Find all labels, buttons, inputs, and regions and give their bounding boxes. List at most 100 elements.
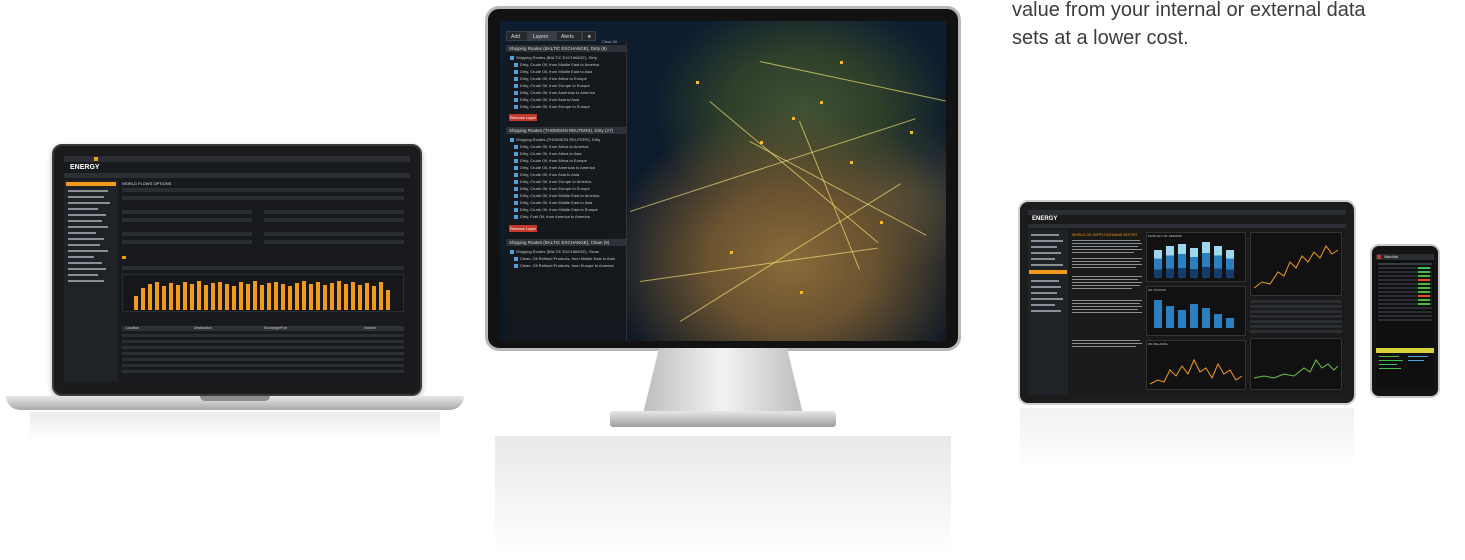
- tablet-toolbar[interactable]: [1028, 224, 1346, 228]
- checkbox-icon[interactable]: [514, 256, 518, 261]
- laptop-sidebar-item[interactable]: [68, 262, 102, 264]
- checkbox-icon[interactable]: [514, 151, 518, 156]
- layer-item[interactable]: Dirty, Crude Oil, from Africa to Europe: [514, 158, 587, 163]
- list-item[interactable]: [1378, 263, 1432, 265]
- checkbox-icon[interactable]: [514, 186, 518, 191]
- layer-item[interactable]: Shipping Routes (THOMSON REUTERS), Dirty: [510, 137, 600, 142]
- checkbox-icon[interactable]: [510, 249, 514, 254]
- checkbox-icon[interactable]: [510, 55, 514, 60]
- checkbox-icon[interactable]: [514, 90, 518, 95]
- port-marker[interactable]: [840, 61, 843, 64]
- port-marker[interactable]: [792, 117, 795, 120]
- checkbox-icon[interactable]: [514, 76, 518, 81]
- layer-group-header[interactable]: Shipping Routes (BALTIC EXCHANGE), Clean…: [506, 239, 626, 246]
- tablet-sidebar-item[interactable]: [1031, 310, 1061, 312]
- tablet-sidebar-item[interactable]: [1031, 234, 1059, 236]
- table-row[interactable]: [122, 364, 404, 367]
- table-row[interactable]: [1250, 305, 1342, 308]
- checkbox-icon[interactable]: [514, 144, 518, 149]
- laptop-form-row[interactable]: [122, 188, 404, 192]
- table-row[interactable]: [122, 334, 404, 337]
- laptop-form-row[interactable]: [122, 210, 252, 214]
- checkbox-icon[interactable]: [514, 207, 518, 212]
- checkbox-icon[interactable]: [514, 193, 518, 198]
- laptop-form-row[interactable]: [264, 218, 404, 222]
- table-row[interactable]: [122, 346, 404, 349]
- checkbox-icon[interactable]: [514, 104, 518, 109]
- laptop-form-row[interactable]: [122, 196, 404, 200]
- layer-item[interactable]: Clean, Oil Refined Products, from Europe…: [514, 263, 614, 268]
- table-row[interactable]: [122, 358, 404, 361]
- tab-layers[interactable]: Layers: [528, 31, 556, 41]
- table-row[interactable]: [1250, 320, 1342, 323]
- list-item[interactable]: [1378, 315, 1432, 317]
- tablet-sidebar-item[interactable]: [1031, 286, 1061, 288]
- port-marker[interactable]: [800, 291, 803, 294]
- laptop-sidebar-item[interactable]: [68, 202, 110, 204]
- checkbox-icon[interactable]: [514, 83, 518, 88]
- layer-group-header[interactable]: Shipping Routes (THOMSON REUTERS), Dirty…: [506, 127, 626, 134]
- table-row[interactable]: [1250, 300, 1342, 303]
- laptop-sidebar-item[interactable]: [68, 190, 108, 192]
- laptop-sidebar-item[interactable]: [68, 226, 108, 228]
- phone-highlight-bar[interactable]: [1376, 348, 1434, 353]
- table-row[interactable]: [1250, 325, 1342, 328]
- tablet-sidebar-item[interactable]: [1031, 298, 1063, 300]
- checkbox-icon[interactable]: [514, 69, 518, 74]
- list-item[interactable]: [1378, 307, 1432, 309]
- layer-item[interactable]: Dirty, Crude Oil, from Africa to Europe: [514, 76, 587, 81]
- tablet-sidebar-item[interactable]: [1031, 246, 1057, 248]
- port-marker[interactable]: [730, 251, 733, 254]
- layer-item[interactable]: Dirty, Crude Oil, from Europe to Europe: [514, 186, 590, 191]
- checkbox-icon[interactable]: [514, 172, 518, 177]
- laptop-radio[interactable]: [122, 256, 126, 259]
- layer-item[interactable]: Dirty, Crude Oil, from Asia to Asia: [514, 172, 579, 177]
- laptop-sidebar-item[interactable]: [68, 238, 104, 240]
- checkbox-icon[interactable]: [514, 200, 518, 205]
- laptop-toolbar[interactable]: [64, 173, 410, 178]
- laptop-sidebar-item[interactable]: [68, 250, 108, 252]
- list-item[interactable]: [1378, 311, 1432, 313]
- remove-layer-button[interactable]: Remove Layer: [509, 114, 537, 121]
- checkbox-icon[interactable]: [514, 158, 518, 163]
- port-marker[interactable]: [760, 141, 763, 144]
- layer-item[interactable]: Dirty, Crude Oil, from Americas to Ameri…: [514, 90, 595, 95]
- tablet-sidebar-item[interactable]: [1031, 280, 1059, 282]
- layer-item[interactable]: Dirty, Crude Oil, from Africa to America: [514, 144, 588, 149]
- layer-group-header[interactable]: Shipping Routes (BALTIC EXCHANGE), Dirty…: [506, 45, 626, 52]
- table-row[interactable]: [122, 340, 404, 343]
- checkbox-icon[interactable]: [514, 165, 518, 170]
- tab-alerts[interactable]: Alerts: [556, 31, 582, 41]
- laptop-form-row[interactable]: [264, 240, 404, 244]
- laptop-form-row[interactable]: [264, 210, 404, 214]
- tablet-sidebar-item[interactable]: [1031, 264, 1063, 266]
- layer-item[interactable]: Clean, Oil Refined Products, from Middle…: [514, 256, 615, 261]
- table-row[interactable]: [1250, 330, 1342, 333]
- port-marker[interactable]: [910, 131, 913, 134]
- remove-layer-button[interactable]: Remove Layer: [509, 225, 537, 232]
- tablet-sidebar-item[interactable]: [1031, 292, 1057, 294]
- checkbox-icon[interactable]: [514, 263, 518, 268]
- table-row[interactable]: [1250, 315, 1342, 318]
- table-row[interactable]: [122, 370, 404, 373]
- tablet-sidebar-item[interactable]: [1031, 240, 1063, 242]
- laptop-chart-toolbar[interactable]: [122, 266, 404, 270]
- tablet-sidebar-item[interactable]: [1031, 252, 1061, 254]
- checkbox-icon[interactable]: [510, 137, 514, 142]
- layer-item[interactable]: Dirty, Crude Oil, from Asia to Asia: [514, 97, 579, 102]
- layer-item[interactable]: Dirty, Crude Oil, from Europe to America: [514, 179, 591, 184]
- layer-item[interactable]: Dirty, Crude Oil, from Middle East to Am…: [514, 193, 599, 198]
- port-marker[interactable]: [696, 81, 699, 84]
- layer-item[interactable]: Dirty, Crude Oil, from Middle East to As…: [514, 69, 592, 74]
- tab-add[interactable]: Add: [506, 31, 528, 41]
- table-row[interactable]: [1250, 310, 1342, 313]
- laptop-sidebar-item[interactable]: [68, 196, 104, 198]
- laptop-form-row[interactable]: [264, 232, 404, 236]
- laptop-sidebar-item[interactable]: [68, 220, 102, 222]
- layer-item[interactable]: Dirty, Crude Oil, from Africa to Asia: [514, 151, 582, 156]
- layer-item[interactable]: Dirty, Crude Oil, from Middle East to Am…: [514, 62, 599, 67]
- port-marker[interactable]: [850, 161, 853, 164]
- laptop-form-row[interactable]: [122, 240, 252, 244]
- laptop-sidebar-item[interactable]: [68, 232, 96, 234]
- laptop-sidebar-item[interactable]: [68, 274, 98, 276]
